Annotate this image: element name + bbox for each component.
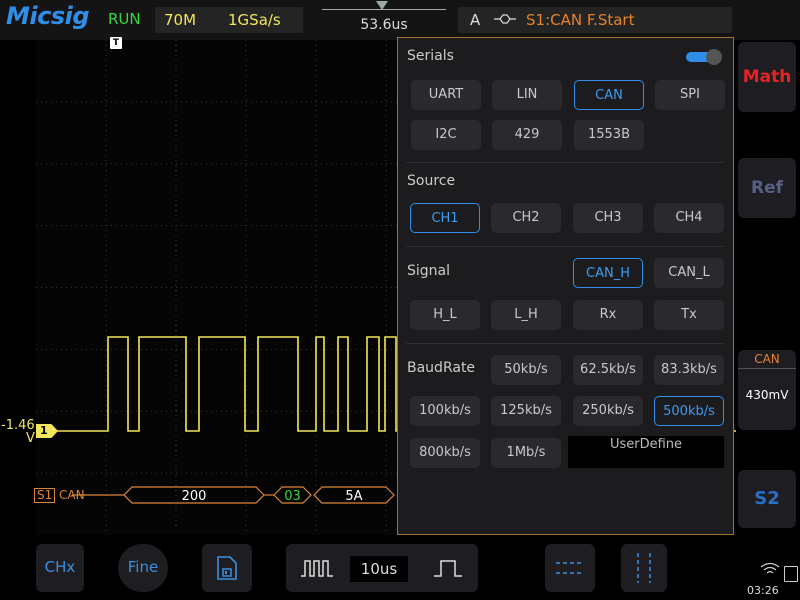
signal-title: Signal <box>407 263 451 279</box>
source-option-ch4[interactable]: CH4 <box>654 203 724 233</box>
serials-enable-toggle[interactable] <box>686 49 722 65</box>
baudrate-option-83-3k[interactable]: 83.3kb/s <box>654 355 724 385</box>
serial-channel-divider <box>738 368 796 369</box>
bus-frame-value: 03 <box>284 489 301 504</box>
horizontal-cursor-icon <box>556 562 584 574</box>
battery-icon <box>784 566 798 582</box>
horizontal-cursor-button[interactable] <box>545 544 595 592</box>
source-option-ch3[interactable]: CH3 <box>573 203 643 233</box>
trigger-type-icon <box>494 13 516 29</box>
signal-option-h-l[interactable]: H_L <box>410 300 480 330</box>
bus-tag: S1 <box>34 488 56 503</box>
timebase-increase-icon[interactable] <box>432 558 464 578</box>
signal-type-can-h[interactable]: CAN_H <box>573 258 643 288</box>
math-button[interactable]: Math <box>738 42 796 112</box>
channel-select-button[interactable]: CHx <box>36 544 84 592</box>
run-stop-status[interactable]: RUN <box>108 10 141 28</box>
fine-label: Fine <box>127 558 159 576</box>
bus-frame-value: 200 <box>182 489 207 504</box>
signal-option-rx[interactable]: Rx <box>573 300 643 330</box>
sample-rate: 1GSa/s <box>228 11 281 29</box>
baudrate-option-62-5k[interactable]: 62.5kb/s <box>573 355 643 385</box>
channel-select-label: CHx <box>44 558 76 576</box>
save-file-icon <box>217 556 237 580</box>
fine-button[interactable]: Fine <box>118 544 168 592</box>
baudrate-user-define[interactable]: UserDefine <box>568 436 724 468</box>
serial-option-spi[interactable]: SPI <box>655 80 725 110</box>
system-clock: 03:26 <box>747 584 779 597</box>
serial-option-uart[interactable]: UART <box>411 80 481 110</box>
serial-decode-panel: Serials UART LIN CAN SPI I2C 429 1553B S… <box>397 37 734 535</box>
wifi-icon <box>760 562 780 580</box>
vertical-cursor-icon <box>637 553 651 583</box>
brand-logo: Micsig <box>6 2 90 30</box>
baudrate-option-50k[interactable]: 50kb/s <box>491 355 561 385</box>
baudrate-option-800k[interactable]: 800kb/s <box>410 438 480 468</box>
horizontal-position-value: 53.6us <box>360 17 408 33</box>
baudrate-option-125k[interactable]: 125kb/s <box>491 396 561 426</box>
bus-name: CAN <box>59 488 85 502</box>
panel-divider <box>406 162 724 163</box>
serial-option-can[interactable]: CAN <box>574 80 644 110</box>
serial-option-i2c[interactable]: I2C <box>411 120 481 150</box>
source-option-ch2[interactable]: CH2 <box>491 203 561 233</box>
signal-option-l-h[interactable]: L_H <box>491 300 561 330</box>
signal-type-can-l[interactable]: CAN_L <box>654 258 724 288</box>
panel-divider <box>406 343 724 344</box>
ref-button[interactable]: Ref <box>738 158 796 218</box>
s2-button[interactable]: S2 <box>738 470 796 528</box>
channel-offset-readout: -1.46 V <box>1 419 35 445</box>
signal-option-tx[interactable]: Tx <box>654 300 724 330</box>
serial-option-lin[interactable]: LIN <box>492 80 562 110</box>
source-title: Source <box>407 173 456 189</box>
baudrate-option-500k[interactable]: 500kb/s <box>654 396 724 426</box>
baudrate-title: BaudRate <box>407 360 476 376</box>
trigger-position-marker-icon <box>376 1 388 10</box>
source-option-ch1[interactable]: CH1 <box>410 203 480 233</box>
channel-offset-unit: V <box>26 431 35 446</box>
save-button[interactable] <box>202 544 252 592</box>
trigger-mode: A <box>470 11 481 29</box>
timebase-decrease-icon[interactable] <box>300 558 334 578</box>
timebase-value[interactable]: 10us <box>350 556 408 582</box>
panel-divider <box>406 246 724 247</box>
trigger-time-marker-icon[interactable]: T <box>110 37 122 49</box>
bus-frame-value: 5A <box>345 489 362 504</box>
trigger-label: S1:CAN F.Start <box>526 11 635 29</box>
serials-title: Serials <box>407 48 454 64</box>
serial-channel-label: CAN <box>754 352 780 366</box>
serial-option-1553b[interactable]: 1553B <box>574 120 644 150</box>
memory-depth: 70M <box>164 11 197 29</box>
serial-channel-threshold: 430mV <box>745 388 789 402</box>
baudrate-option-250k[interactable]: 250kb/s <box>573 396 643 426</box>
baudrate-option-100k[interactable]: 100kb/s <box>410 396 480 426</box>
serial-option-429[interactable]: 429 <box>492 120 562 150</box>
baudrate-option-1m[interactable]: 1Mb/s <box>491 438 561 468</box>
toggle-knob <box>706 49 722 65</box>
vertical-cursor-button[interactable] <box>621 544 667 592</box>
serial-channel-button[interactable]: CAN 430mV <box>738 350 796 430</box>
